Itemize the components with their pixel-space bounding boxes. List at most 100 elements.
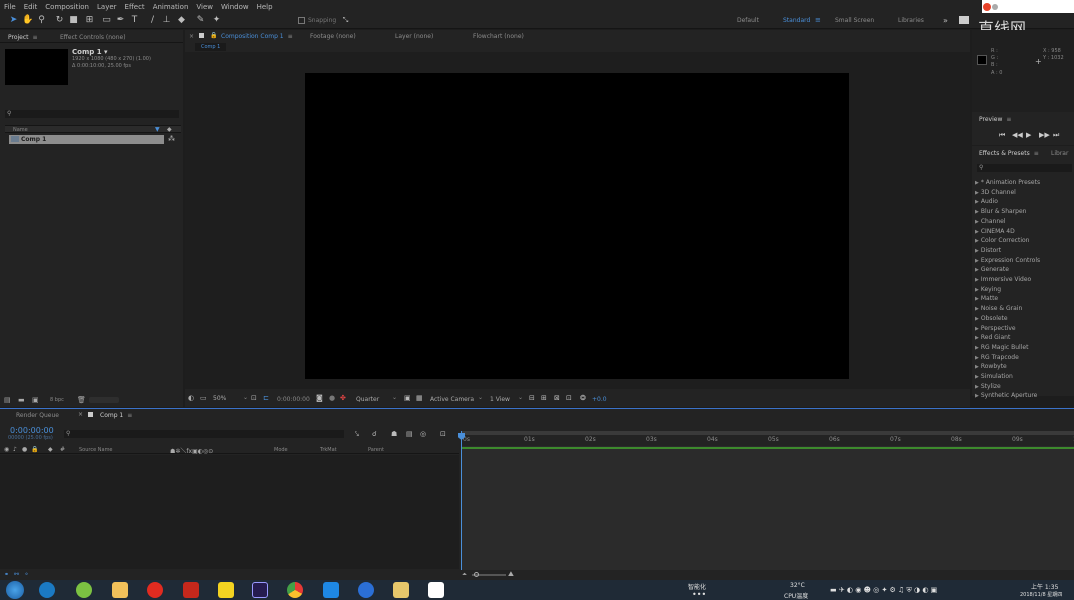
taskbar-app-9-icon[interactable] [323, 582, 339, 598]
current-time-display[interactable]: 0:00:00:00 [277, 396, 310, 403]
comp-panel-close[interactable]: × [189, 33, 194, 40]
zoom-slider[interactable] [89, 397, 119, 403]
expand-triangle-icon[interactable]: ▶ [975, 355, 979, 361]
expand-triangle-icon[interactable]: ▶ [975, 287, 979, 293]
effects-search-input[interactable]: ⚲ [977, 164, 1072, 172]
expand-triangle-icon[interactable]: ▶ [975, 209, 979, 215]
effects-category-item[interactable]: ▶ RG Trapcode [975, 354, 1019, 361]
menu-view[interactable]: View [196, 3, 213, 11]
work-area-bar[interactable] [461, 431, 1074, 435]
chevron-down-icon[interactable]: ⌄ [243, 394, 248, 401]
video-toggle-icon[interactable]: ◉ [4, 446, 9, 453]
start-button[interactable] [6, 581, 24, 599]
taskbar-chrome-icon[interactable] [287, 582, 303, 598]
zoom-slider-handle[interactable] [474, 572, 479, 577]
timeline-close[interactable]: × [78, 411, 83, 418]
effects-category-item[interactable]: ▶ * Animation Presets [975, 179, 1040, 186]
zoom-out-icon[interactable]: ⏶ [462, 571, 467, 579]
last-frame-icon[interactable]: ⏭ [1053, 131, 1059, 140]
taskbar-app-1-icon[interactable] [39, 582, 55, 598]
tray-date[interactable]: 2018/11/8 星期四 [1020, 591, 1062, 598]
transfer-controls-icon[interactable]: ⚯ [14, 571, 19, 578]
tab-comp1-timeline[interactable]: Comp 1 ≡ [100, 412, 132, 419]
effects-category-item[interactable]: ▶ Color Correction [975, 237, 1029, 244]
expand-triangle-icon[interactable]: ▶ [975, 267, 979, 273]
time-ruler[interactable]: 0s01s02s03s04s05s06s07s08s09s10 [461, 431, 1074, 444]
new-composition-icon[interactable]: ▣ [32, 396, 39, 404]
column-name[interactable]: Name [13, 127, 28, 133]
hand-tool-icon[interactable]: ✋ [22, 15, 33, 26]
workspace-default[interactable]: Default [737, 17, 759, 24]
more-workspaces-icon[interactable]: » [943, 16, 948, 25]
lock-toggle-icon[interactable]: 🔒 [31, 446, 38, 453]
taskbar-wechat-icon[interactable] [76, 582, 92, 598]
effects-category-item[interactable]: ▶ Blur & Sharpen [975, 208, 1026, 215]
taskbar-app-12-icon[interactable] [428, 582, 444, 598]
solo-toggle-icon[interactable]: ● [22, 446, 27, 453]
effects-category-item[interactable]: ▶ Stylize [975, 383, 1001, 390]
pen-tool-icon[interactable]: ✒ [115, 15, 126, 26]
snap-options-icon[interactable]: ⤡ [340, 15, 351, 26]
in-out-icon[interactable]: ⚬ [24, 571, 29, 578]
expand-triangle-icon[interactable]: ▶ [975, 248, 979, 254]
workspace-small-screen[interactable]: Small Screen [835, 17, 874, 24]
menu-edit[interactable]: Edit [24, 3, 38, 11]
playhead[interactable] [461, 431, 462, 571]
effects-category-item[interactable]: ▶ 3D Channel [975, 189, 1016, 196]
tab-render-queue[interactable]: Render Queue [16, 412, 59, 419]
camera-dropdown[interactable]: Active Camera [430, 396, 474, 403]
reset-exposure-icon[interactable]: ❂ [580, 394, 586, 402]
tab-project[interactable]: Project ≡ [8, 34, 38, 41]
effects-category-item[interactable]: ▶ Distort [975, 247, 1001, 254]
expand-triangle-icon[interactable]: ▶ [975, 199, 979, 205]
exposure-value[interactable]: +0.0 [592, 396, 607, 403]
expand-triangle-icon[interactable]: ▶ [975, 326, 979, 332]
tab-preview[interactable]: Preview ≡ [979, 116, 1011, 123]
comp-subtab[interactable]: Comp 1 [195, 43, 227, 51]
project-search-input[interactable]: ⚲ [5, 110, 179, 118]
tab-composition[interactable]: Composition Comp 1 ≡ [221, 33, 293, 40]
audio-toggle-icon[interactable]: ♪ [13, 446, 17, 453]
timeline-track-area[interactable] [461, 446, 1074, 570]
transparency-grid-icon[interactable]: ⊏ [263, 394, 269, 402]
timeline-icon[interactable]: ⊠ [554, 394, 560, 402]
snapping-checkbox[interactable] [298, 17, 305, 24]
taskbar-app-6-icon[interactable] [218, 582, 234, 598]
expand-triangle-icon[interactable]: ▶ [975, 277, 979, 283]
menu-window[interactable]: Window [221, 3, 249, 11]
tab-libraries[interactable]: Librar [1051, 150, 1068, 157]
col-trkmat[interactable]: TrkMat [320, 447, 337, 453]
lock-icon[interactable]: 🔒 [210, 32, 217, 39]
play-icon[interactable]: ▶ [1026, 131, 1031, 139]
tray-more-icon[interactable]: ••• [692, 590, 706, 599]
expand-triangle-icon[interactable]: ▶ [975, 229, 979, 235]
taskbar-app-5-icon[interactable] [183, 582, 199, 598]
rotation-tool-icon[interactable]: ↻ [54, 15, 65, 26]
comp-mini-flowchart-icon[interactable]: ⤥ [355, 430, 359, 439]
camera-tool-icon[interactable]: ■ [68, 15, 79, 26]
effects-category-item[interactable]: ▶ Red Giant [975, 334, 1010, 341]
menu-composition[interactable]: Composition [45, 3, 89, 11]
flowchart-icon[interactable]: ⁂ [168, 135, 175, 143]
selection-tool-icon[interactable]: ➤ [8, 15, 19, 26]
effects-category-item[interactable]: ▶ Generate [975, 266, 1009, 273]
previous-frame-icon[interactable]: ◀◀ [1012, 131, 1023, 139]
expand-triangle-icon[interactable]: ▶ [975, 364, 979, 370]
motion-blur-icon[interactable]: ◎ [420, 430, 426, 438]
trash-icon[interactable]: 🗑 [77, 396, 86, 404]
taskbar-app-10-icon[interactable] [358, 582, 374, 598]
expand-triangle-icon[interactable]: ▶ [975, 306, 979, 312]
effects-category-item[interactable]: ▶ Perspective [975, 325, 1016, 332]
timeline-timecode[interactable]: 0:00:00:00 [10, 426, 54, 435]
bpc-button[interactable]: 8 bpc [50, 397, 64, 403]
tab-layer[interactable]: Layer (none) [395, 33, 433, 40]
expand-triangle-icon[interactable]: ▶ [975, 335, 979, 341]
effects-category-item[interactable]: ▶ Synthetic Aperture [975, 392, 1037, 399]
region-of-interest-icon[interactable]: ▣ [404, 394, 411, 402]
resolution-dropdown[interactable]: Quarter [356, 396, 379, 403]
menu-animation[interactable]: Animation [153, 3, 189, 11]
graph-editor-icon[interactable]: ⊡ [440, 430, 446, 438]
expand-triangle-icon[interactable]: ▶ [975, 219, 979, 225]
expand-triangle-icon[interactable]: ▶ [975, 180, 979, 186]
view-chevron-icon[interactable]: ⌄ [518, 394, 523, 401]
